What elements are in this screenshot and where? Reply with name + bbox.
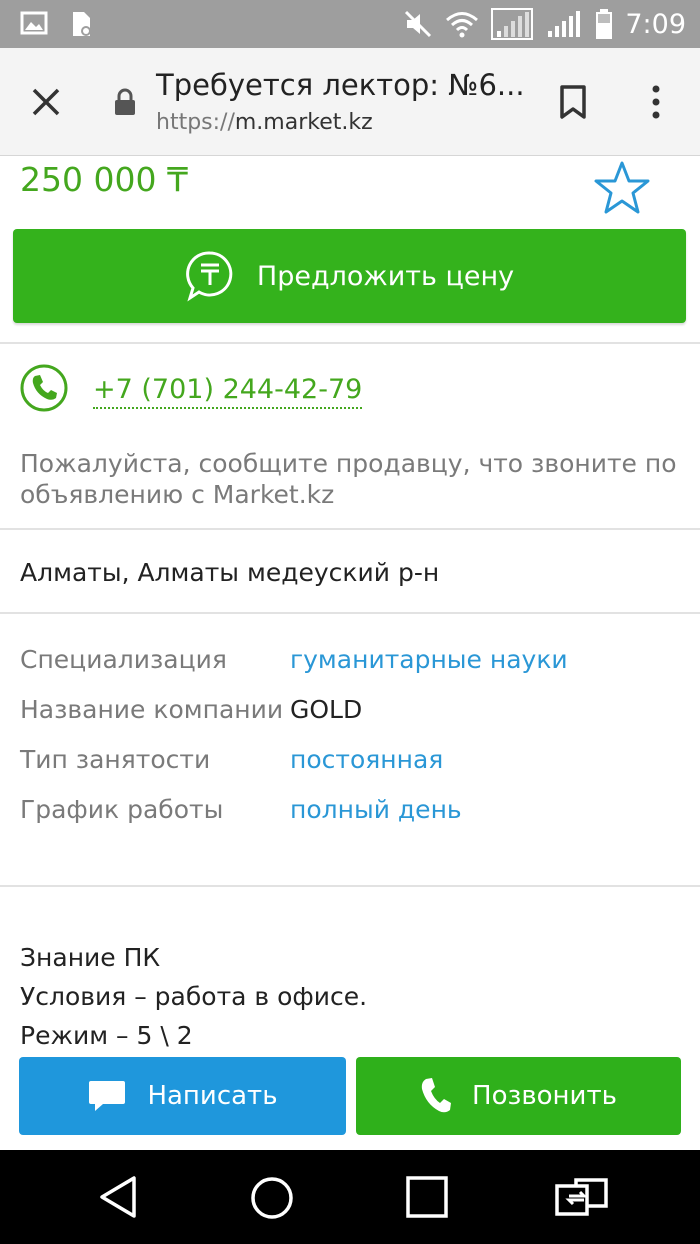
description-line: Режим – 5 \ 2 [20,1021,193,1050]
bookmark-icon[interactable] [558,84,588,120]
write-message-button[interactable]: Написать [19,1057,346,1135]
clock: 7:09 [625,8,686,40]
wifi-icon [446,12,479,38]
page-title: Требуется лектор: №6... [156,68,525,102]
url-host: m.market.kz [234,110,373,135]
offer-price-label: Предложить цену [256,260,515,292]
recent-apps-icon[interactable] [404,1174,450,1220]
offer-price-button[interactable]: Предложить цену [13,229,686,323]
description-line: Условия – работа в офисе. [20,982,368,1011]
battery-icon [596,9,613,39]
phone-note: Пожалуйста, сообщите продавцу, что звони… [20,449,677,509]
home-icon[interactable] [248,1174,296,1222]
dual-window-icon[interactable] [554,1176,610,1218]
url-bar[interactable]: https://m.market.kz [156,110,373,135]
tenge-chat-icon [186,251,233,302]
param-value-link[interactable]: полный день [290,794,462,826]
param-value: GOLD [290,695,363,724]
lock-icon [115,88,135,115]
phone-handset-icon [421,1078,452,1113]
param-value-link[interactable]: постоянная [290,744,443,776]
system-nav-bar [0,1150,700,1244]
call-button[interactable]: Позвонить [356,1057,681,1135]
gallery-icon [20,11,48,35]
url-scheme: https:// [156,110,235,135]
param-row: Название компании GOLD [20,694,680,726]
param-label: Название компании [20,695,284,724]
param-row: График работы полный день [20,794,680,826]
file-settings-icon [73,12,91,36]
signal-sim2-icon [548,11,581,37]
param-row: Специализация гуманитарные науки [20,644,680,676]
listing-price: 250 000 ₸ [20,160,188,199]
divider [0,612,700,614]
divider [0,528,700,530]
divider [0,885,700,887]
back-icon[interactable] [96,1174,144,1220]
param-label: Тип занятости [20,745,211,774]
location: Алматы, Алматы медеуский р-н [20,558,440,587]
mute-icon [405,10,432,38]
param-value-link[interactable]: гуманитарные науки [290,644,568,676]
description-line: Знание ПК [20,943,161,972]
param-label: Специализация [20,645,227,674]
param-label: График работы [20,795,224,824]
phone-icon[interactable] [20,364,68,412]
phone-number-link[interactable]: +7 (701) 244-42-79 [93,375,363,409]
browser-toolbar: Требуется лектор: №6... https://m.market… [0,48,700,156]
write-message-label: Написать [147,1081,278,1111]
listing-description: Знание ПК Условия – работа в офисе. Режи… [20,938,680,1055]
signal-sim1-icon [491,8,534,40]
more-menu-icon[interactable] [644,84,668,120]
call-label: Позвонить [472,1081,617,1111]
status-bar: 7:09 [0,0,700,48]
message-bubble-icon [89,1081,126,1111]
listing-params: Специализация гуманитарные науки Названи… [20,644,680,844]
param-row: Тип занятости постоянная [20,744,680,776]
divider [0,342,700,344]
close-icon[interactable] [28,84,64,120]
favorite-star-icon[interactable] [592,160,652,218]
